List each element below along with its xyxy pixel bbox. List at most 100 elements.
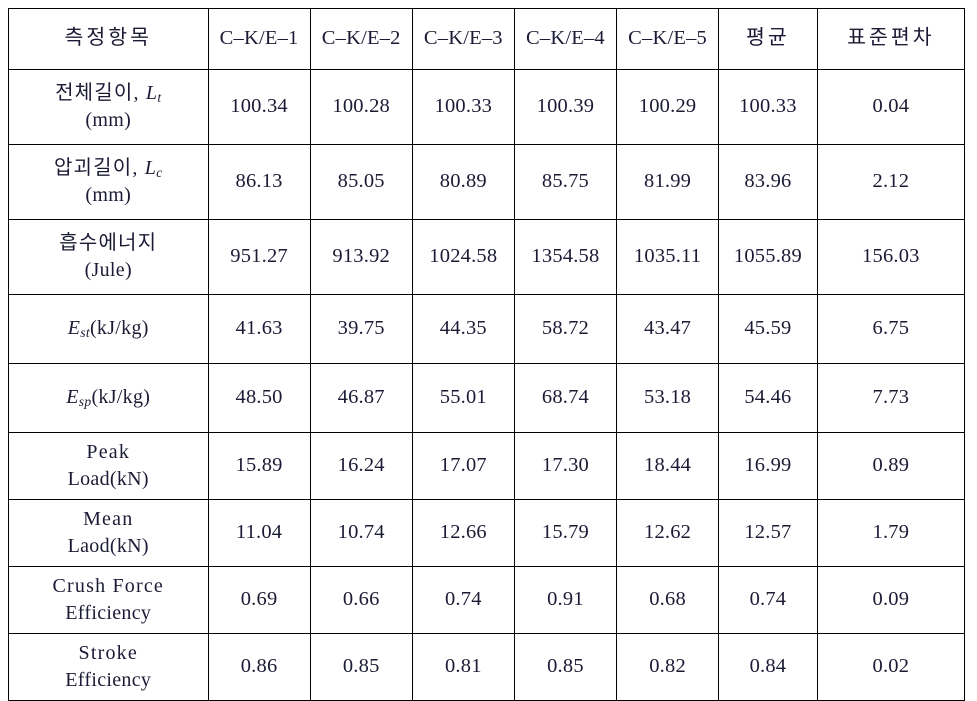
row-label-text: Peak bbox=[86, 441, 131, 463]
value-cell: 2.12 bbox=[816, 144, 966, 220]
column-header-specimen-5: C‒K/E‒5 bbox=[615, 8, 720, 70]
value-cell: 100.28 bbox=[309, 69, 413, 145]
value-cell: 17.30 bbox=[513, 432, 618, 500]
value-cell: 100.33 bbox=[718, 69, 818, 145]
value-cell: 0.04 bbox=[816, 69, 966, 145]
row-label-line-2: Efficiency bbox=[65, 669, 152, 691]
value-cell: 0.86 bbox=[207, 633, 311, 701]
table-row: Esp(kJ/kg) 48.50 46.87 55.01 68.74 53.18 54.46… bbox=[8, 363, 966, 433]
value-cell: 0.69 bbox=[207, 566, 311, 634]
value-cell: 0.09 bbox=[816, 566, 966, 634]
value-cell: 15.79 bbox=[513, 499, 618, 567]
row-label-line-1: 흡수에너지 bbox=[11, 230, 206, 257]
value-cell: 0.74 bbox=[718, 566, 818, 634]
symbol-subscript: sp bbox=[78, 394, 92, 410]
value-cell: 83.96 bbox=[718, 144, 818, 220]
value-cell: 44.35 bbox=[411, 294, 515, 364]
symbol-base: E bbox=[67, 317, 81, 340]
row-label-line-2: (Jule) bbox=[84, 259, 132, 281]
table-row: Mean Laod(kN) 11.04 10.74 12.66 15.79 12.62 12.… bbox=[8, 499, 966, 567]
symbol-base: L bbox=[144, 156, 157, 179]
row-label-symbol: Lt bbox=[145, 81, 162, 105]
value-cell: 100.33 bbox=[411, 69, 515, 145]
column-header-standard-deviation: 표준편차 bbox=[816, 8, 966, 70]
value-cell: 15.89 bbox=[207, 432, 311, 500]
row-label-text: Stroke bbox=[78, 642, 138, 664]
value-cell: 46.87 bbox=[309, 363, 413, 433]
row-label-line-2: Load(kN) bbox=[67, 468, 149, 490]
row-label-line-1: 전체길이, Lt bbox=[11, 80, 206, 107]
row-label-cell: Est(kJ/kg) bbox=[8, 294, 209, 364]
value-cell: 1024.58 bbox=[411, 219, 515, 295]
column-header-specimen-1: C‒K/E‒1 bbox=[207, 8, 311, 70]
column-header-average: 평균 bbox=[718, 8, 818, 70]
value-cell: 10.74 bbox=[309, 499, 413, 567]
table-row: Peak Load(kN) 15.89 16.24 17.07 17.30 18.44 16.… bbox=[8, 432, 966, 500]
row-label-line-1: Est(kJ/kg) bbox=[11, 315, 206, 342]
value-cell: 80.89 bbox=[411, 144, 515, 220]
value-cell: 68.74 bbox=[513, 363, 618, 433]
measurement-results-table: 측정항목 C‒K/E‒1 C‒K/E‒2 C‒K/E‒3 C‒K/E‒4 C‒K… bbox=[8, 8, 966, 701]
row-label-cell: Stroke Efficiency bbox=[8, 633, 209, 701]
row-label-symbol: Esp bbox=[66, 386, 92, 410]
column-header-specimen-4: C‒K/E‒4 bbox=[513, 8, 618, 70]
symbol-base: L bbox=[145, 81, 158, 104]
value-cell: 1354.58 bbox=[513, 219, 618, 295]
value-cell: 913.92 bbox=[309, 219, 413, 295]
results-table-container: 측정항목 C‒K/E‒1 C‒K/E‒2 C‒K/E‒3 C‒K/E‒4 C‒K… bbox=[8, 8, 966, 701]
value-cell: 0.89 bbox=[816, 432, 966, 500]
value-cell: 85.75 bbox=[513, 144, 618, 220]
value-cell: 156.03 bbox=[816, 219, 966, 295]
row-label-cell: Peak Load(kN) bbox=[8, 432, 209, 500]
value-cell: 7.73 bbox=[816, 363, 966, 433]
row-label-text: 압괴길이, bbox=[53, 156, 145, 179]
row-label-unit: (kJ/kg) bbox=[89, 317, 149, 340]
value-cell: 48.50 bbox=[207, 363, 311, 433]
row-label-line-1: Crush Force bbox=[11, 573, 206, 600]
row-label-cell: Mean Laod(kN) bbox=[8, 499, 209, 567]
value-cell: 16.24 bbox=[309, 432, 413, 500]
value-cell: 100.34 bbox=[207, 69, 311, 145]
value-cell: 12.66 bbox=[411, 499, 515, 567]
value-cell: 0.74 bbox=[411, 566, 515, 634]
value-cell: 18.44 bbox=[615, 432, 720, 500]
value-cell: 45.59 bbox=[718, 294, 818, 364]
value-cell: 39.75 bbox=[309, 294, 413, 364]
symbol-subscript: c bbox=[156, 164, 163, 180]
table-row: 흡수에너지 (Jule) 951.27 913.92 1024.58 1354.58 103… bbox=[8, 219, 966, 295]
table-row: 전체길이, Lt (mm) 100.34 100.28 100.33 100.39 100.… bbox=[8, 69, 966, 145]
row-label-cell: 전체길이, Lt (mm) bbox=[8, 69, 209, 145]
value-cell: 11.04 bbox=[207, 499, 311, 567]
value-cell: 0.81 bbox=[411, 633, 515, 701]
row-label-line-1: Mean bbox=[11, 506, 206, 533]
column-header-specimen-2: C‒K/E‒2 bbox=[309, 8, 413, 70]
row-label-line-1: Peak bbox=[11, 439, 206, 466]
value-cell: 85.05 bbox=[309, 144, 413, 220]
row-label-symbol: Est bbox=[67, 317, 90, 340]
symbol-base: E bbox=[66, 386, 79, 409]
row-label-text: 흡수에너지 bbox=[59, 232, 158, 254]
value-cell: 54.46 bbox=[718, 363, 818, 433]
value-cell: 100.39 bbox=[513, 69, 618, 145]
value-cell: 1055.89 bbox=[718, 219, 818, 295]
row-label-line-2: Laod(kN) bbox=[67, 535, 149, 557]
value-cell: 12.62 bbox=[615, 499, 720, 567]
symbol-subscript: t bbox=[157, 89, 162, 105]
value-cell: 16.99 bbox=[718, 432, 818, 500]
table-header: 측정항목 C‒K/E‒1 C‒K/E‒2 C‒K/E‒3 C‒K/E‒4 C‒K… bbox=[8, 8, 966, 70]
table-row: Stroke Efficiency 0.86 0.85 0.81 0.85 0.82 0.84… bbox=[8, 633, 966, 701]
row-label-line-1: Esp(kJ/kg) bbox=[11, 384, 206, 411]
column-header-specimen-3: C‒K/E‒3 bbox=[411, 8, 515, 70]
table-row: Est(kJ/kg) 41.63 39.75 44.35 58.72 43.47 45.59… bbox=[8, 294, 966, 364]
value-cell: 0.85 bbox=[513, 633, 618, 701]
table-row: Crush Force Efficiency 0.69 0.66 0.74 0.91 0.6… bbox=[8, 566, 966, 634]
value-cell: 55.01 bbox=[411, 363, 515, 433]
column-header-measurement-item: 측정항목 bbox=[8, 8, 209, 70]
value-cell: 41.63 bbox=[207, 294, 311, 364]
row-label-unit: (kJ/kg) bbox=[91, 386, 151, 409]
value-cell: 81.99 bbox=[615, 144, 720, 220]
value-cell: 86.13 bbox=[207, 144, 311, 220]
row-label-symbol: Lc bbox=[144, 156, 163, 180]
row-label-line-2: (mm) bbox=[85, 184, 132, 207]
value-cell: 0.91 bbox=[513, 566, 618, 634]
